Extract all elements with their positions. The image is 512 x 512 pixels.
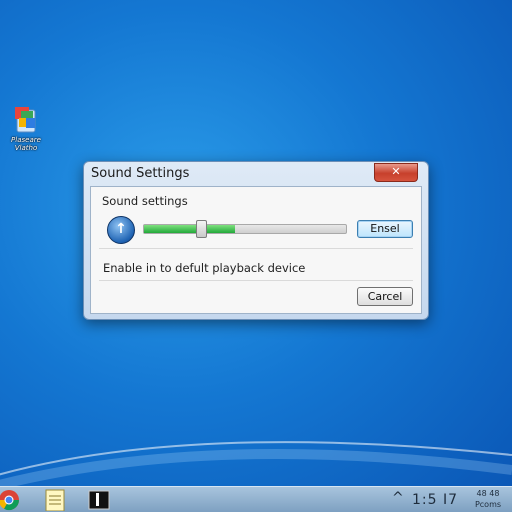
cancel-button[interactable]: Carcel [357, 287, 413, 306]
desktop-shortcut[interactable]: Plaseare Vlatho [6, 106, 46, 152]
close-button[interactable]: ✕ [374, 163, 418, 182]
volume-icon-glyph: ↑ [115, 221, 127, 237]
clock[interactable]: 1:5 I7 [412, 492, 458, 508]
date-line-2: Pcoms [474, 500, 502, 509]
taskbar: ^ 1:5 I7 48 48 Pcoms [0, 486, 512, 512]
volume-slider-thumb[interactable] [196, 220, 208, 238]
dialog-content: Sound settings ↑ Ensel Enable in to defu… [90, 186, 422, 314]
divider [99, 280, 413, 281]
section-label: Sound settings [102, 194, 188, 208]
divider [99, 248, 413, 249]
desktop: Plaseare Vlatho Sound Settings ✕ Sound s… [0, 0, 512, 512]
show-hidden-icons-chevron-icon[interactable]: ^ [392, 490, 404, 506]
volume-slider[interactable] [143, 220, 347, 238]
primary-button[interactable]: Ensel [357, 220, 413, 238]
notepad-icon[interactable] [42, 489, 70, 512]
desktop-shortcut-label: Plaseare Vlatho [11, 136, 41, 152]
close-icon: ✕ [391, 165, 401, 178]
recycle-bin-icon [13, 106, 39, 134]
title-bar[interactable]: Sound Settings ✕ [84, 162, 428, 186]
date-display[interactable]: 48 48 Pcoms [468, 488, 508, 510]
description-text: Enable in to defult playback device [103, 261, 306, 275]
volume-info-icon[interactable]: ↑ [107, 216, 135, 244]
window-title: Sound Settings [91, 166, 190, 181]
system-tray: ^ 1:5 I7 48 48 Pcoms [382, 487, 512, 512]
date-line-1: 48 48 [476, 489, 500, 498]
volume-slider-fill [144, 225, 235, 233]
terminal-icon[interactable] [86, 489, 114, 511]
chrome-icon[interactable] [0, 489, 25, 511]
sound-settings-dialog: Sound Settings ✕ Sound settings ↑ Ensel … [83, 161, 429, 320]
